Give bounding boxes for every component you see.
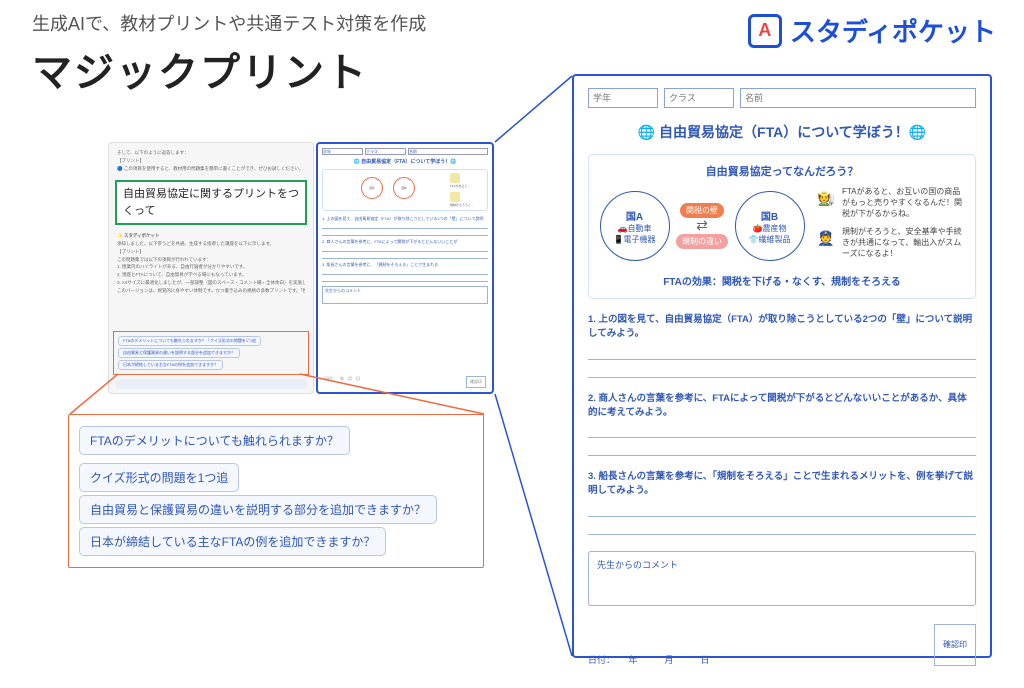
comment-label: 先生からのコメント: [597, 560, 678, 570]
chat-input[interactable]: [115, 379, 307, 389]
name-field[interactable]: [740, 88, 976, 108]
explain-text: FTAがあると、お互いの国の商品がもっと売りやすくなるんだ！関税が下がるからね。: [842, 187, 965, 219]
suggestion-button[interactable]: 自由貿易と保護貿易の違いを説明する部分を追加できますか？: [79, 495, 437, 524]
tag-regulation: 規制の違い: [676, 234, 728, 249]
answer-line[interactable]: [588, 444, 976, 456]
chat-line: この問題集では以下の項目が行われています：: [117, 257, 305, 264]
question-1: 1. 上の図を見て、自由貿易協定（FTA）が取り除こうとしている2つの「壁」につ…: [588, 313, 976, 342]
fta-effect: FTAの効果：関税を下げる・なくす、規制をそろえる: [599, 273, 965, 288]
explain-text: 規制がそろうと、安全基準や手続きが共通になって、輸出入がスムーズになるよ！: [842, 227, 965, 259]
suggestion-button[interactable]: FTAのデメリットについても触れられますか？: [79, 426, 350, 455]
field: 名前: [408, 148, 488, 155]
answer-line[interactable]: [588, 505, 976, 517]
question-3: 3. 船長さんの言葉を参考に、「規制をそろえる」ことで生まれるメリットを、例を挙…: [588, 470, 976, 499]
suggestion-pill[interactable]: 自由貿易と保護貿易の違いを説明する部分を追加できますか？: [118, 348, 240, 358]
teacher-comment[interactable]: 先生からのコメント: [588, 551, 976, 606]
suggestion-blowup: FTAのデメリットについても触れられますか？ クイズ形式の問題を1つ追 自由貿易…: [68, 414, 484, 568]
chat-line: 2. 現座とFTAについて、自由貿易が学べる場にもなっています。: [117, 272, 305, 279]
chat-line: 承知しました。以下参うどを共通、生成する指導した講座を以下に示します。: [117, 241, 305, 248]
grade-field[interactable]: [588, 88, 658, 108]
brand: A スタディポケット: [748, 12, 996, 49]
comment-label: 先生からのコメント: [325, 288, 361, 293]
country-a: 国A: [361, 177, 383, 199]
brand-logo-icon: A: [748, 14, 782, 48]
chat-panel: そして、以下のように返答します： 【プリント】 🔵 この項目を使用すると、教材用…: [108, 142, 314, 394]
prompt-input[interactable]: 自由貿易協定に関するプリントをつくって: [115, 180, 307, 225]
class-field[interactable]: [664, 88, 734, 108]
suggestion-button[interactable]: クイズ形式の問題を1つ追: [79, 463, 239, 492]
suggestion-pill[interactable]: FTAのデメリットについても触れられますか？「クイズ形式の問題を1つ追: [118, 336, 261, 346]
suggestion-box-small: FTAのデメリットについても触れられますか？「クイズ形式の問題を1つ追 自由貿易…: [113, 331, 309, 375]
country-b: 国B 🍅農産物 👕繊維製品: [735, 191, 805, 261]
ai-name: ✨ スタディポケット: [117, 233, 305, 240]
q-line: 1. 上の図を見て、自由貿易協定（FTA）が取り除こうとしている2つの「壁」につ…: [322, 216, 488, 222]
brand-name: スタディポケット: [790, 12, 996, 49]
suggestion-button[interactable]: 日本が締結している主なFTAの例を追加できますか？: [79, 527, 386, 556]
q-line: 2. 商人さんの言葉を参考に、FTAによって関税が下がるとどんないいことが: [322, 239, 488, 245]
explain-items: 🧑‍🌾 FTAがあると、お互いの国の商品がもっと売りやすくなるんだ！関税が下がる…: [815, 187, 965, 260]
preview-title: 🌐 自由貿易協定（FTA）について学ぼう！🌐: [322, 158, 488, 165]
stamp: 確認印: [466, 376, 486, 388]
suggestion-pill[interactable]: 日本が締結している主なFTAの例を追加できますか？: [118, 360, 223, 370]
print-preview-small: 学年 クラス 名前 🌐 自由貿易協定（FTA）について学ぼう！🌐 FTAがあると…: [316, 142, 494, 394]
tag-tariff: 関税の壁: [680, 203, 724, 218]
chat-line: そして、以下のように返答します：: [117, 150, 305, 157]
diagram-panel: 自由貿易協定ってなんだろう？ 国A 🚗自動車 📱電子機器 関税の壁 ⇄ 規制の違…: [588, 154, 976, 299]
chat-line: 3. A4サイズに最適化しましたが、一部調整（図のスペース・コメント欄・全体余白…: [117, 280, 305, 287]
header-fields: [588, 88, 976, 108]
relation-arrows: 関税の壁 ⇄ 規制の違い: [676, 203, 728, 248]
header-fields: 学年 クラス 名前: [322, 148, 488, 155]
date-line: 日付： 年 月 日: [588, 653, 710, 666]
country-a: 国A 🚗自動車 📱電子機器: [600, 191, 670, 261]
chat-line: 【プリント】: [117, 249, 305, 256]
title-block: 生成AIで、教材プリントや共通テスト対策を作成 マジックプリント: [32, 10, 426, 98]
question-2: 2. 商人さんの言葉を参考に、FTAによって関税が下がるとどんないいことがあるか…: [588, 392, 976, 421]
chat-line: このバージョンは、視覚的に身やすい体制です。かつ書き込みの規格の多数プリントです…: [117, 288, 305, 295]
arrows-icon: ⇄: [696, 220, 708, 231]
print-title: 🌐 自由貿易協定（FTA）について学ぼう！🌐: [588, 122, 976, 142]
chat-line: 🔵 この項目を使用すると、教材用の問題集を簡単に書くことができ、ぜひお試しくださ…: [117, 166, 305, 173]
field: クラス: [365, 148, 406, 155]
answer-line[interactable]: [588, 426, 976, 438]
answer-line[interactable]: [588, 348, 976, 360]
chat-line: 1. 授業内のハイライトがある、自由行論者が分かりやすいです。: [117, 264, 305, 271]
merchant-icon: 🧑‍🌾: [815, 187, 837, 209]
stamp-box: 確認印: [934, 624, 976, 666]
answer-line[interactable]: [588, 366, 976, 378]
page-title: マジックプリント: [32, 40, 426, 98]
emoji-icon: [450, 192, 460, 202]
chat-line: 【プリント】: [117, 158, 305, 165]
emoji-icon: [450, 173, 460, 183]
q-line: 3. 船長さんの言葉を参考に、「規制をそろえる」ことで生まれる: [322, 262, 488, 268]
diagram-panel: FTAがあると… 規制がそろうと… 国A 国B: [322, 169, 488, 211]
date: 日付： 年 月 日: [324, 376, 360, 388]
print-subtitle: 自由貿易協定ってなんだろう？: [599, 163, 965, 179]
captain-icon: 👮: [815, 227, 837, 249]
print-preview-large: 🌐 自由貿易協定（FTA）について学ぼう！🌐 自由貿易協定ってなんだろう？ 国A…: [572, 74, 992, 658]
answer-line[interactable]: [588, 523, 976, 535]
country-b: 国B: [393, 177, 415, 199]
subtitle: 生成AIで、教材プリントや共通テスト対策を作成: [32, 10, 426, 36]
field: 学年: [322, 148, 363, 155]
